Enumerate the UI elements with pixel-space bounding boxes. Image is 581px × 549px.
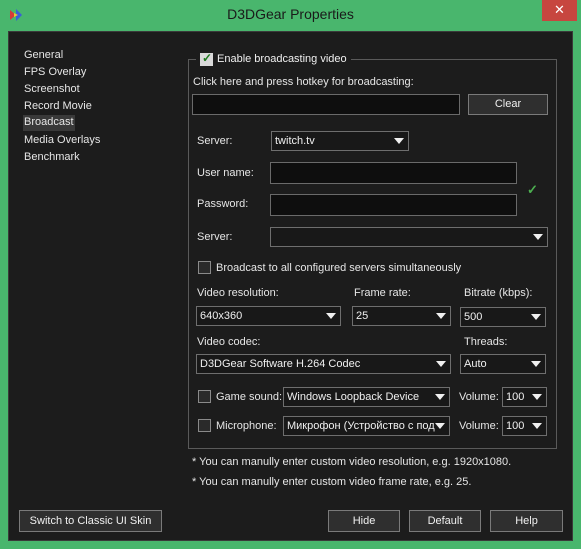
sidebar-item-media-overlays[interactable]: Media Overlays <box>23 133 101 149</box>
clear-button[interactable]: Clear <box>468 94 548 115</box>
framerate-note: * You can manully enter custom video fra… <box>192 476 472 488</box>
enable-broadcasting-label: Enable broadcasting video <box>217 53 347 65</box>
username-label: User name: <box>197 167 254 179</box>
sidebar-item-benchmark[interactable]: Benchmark <box>23 150 81 166</box>
enable-broadcasting-checkbox[interactable]: Enable broadcasting video <box>196 51 351 66</box>
sidebar-item-broadcast[interactable]: Broadcast <box>23 115 75 131</box>
resolution-label: Video resolution: <box>197 287 279 299</box>
server-label: Server: <box>197 135 233 147</box>
codec-select-value: D3DGear Software H.264 Codec <box>200 358 361 370</box>
chevron-down-icon <box>532 394 542 400</box>
hotkey-label: Click here and press hotkey for broadcas… <box>193 76 414 88</box>
bitrate-select[interactable]: 500 <box>460 307 546 327</box>
microphone-device-value: Микрофон (Устройство с под <box>287 420 435 432</box>
username-input[interactable] <box>270 162 517 184</box>
chevron-down-icon <box>394 138 404 144</box>
enable-broadcasting-check-icon[interactable] <box>200 51 213 66</box>
game-volume-select[interactable]: 100 <box>502 387 547 407</box>
resolution-select[interactable]: 640x360 <box>196 306 341 326</box>
server-select[interactable]: twitch.tv <box>271 131 409 151</box>
hotkey-input[interactable] <box>192 94 460 115</box>
framerate-label: Frame rate: <box>354 287 411 299</box>
chevron-down-icon <box>531 314 541 320</box>
server-select-value: twitch.tv <box>275 135 315 147</box>
help-button[interactable]: Help <box>490 510 563 532</box>
game-sound-device-value: Windows Loopback Device <box>287 391 420 403</box>
microphone-label: Microphone: <box>216 419 277 432</box>
chevron-down-icon <box>531 361 541 367</box>
all-servers-label: Broadcast to all configured servers simu… <box>216 261 462 274</box>
mic-volume-label: Volume: <box>459 420 499 432</box>
resolution-select-value: 640x360 <box>200 310 243 322</box>
game-sound-label: Game sound: <box>216 390 283 403</box>
window-title: D3DGear Properties <box>227 6 354 22</box>
password-input[interactable] <box>270 194 517 216</box>
game-volume-label: Volume: <box>459 391 499 403</box>
sidebar-item-screenshot[interactable]: Screenshot <box>23 82 81 98</box>
server2-label: Server: <box>197 231 233 243</box>
properties-panel: General FPS Overlay Screenshot Record Mo… <box>8 31 573 541</box>
chevron-down-icon <box>435 394 445 400</box>
resolution-note: * You can manully enter custom video res… <box>192 456 512 468</box>
default-button[interactable]: Default <box>409 510 481 532</box>
sidebar-item-record-movie[interactable]: Record Movie <box>23 99 93 115</box>
chevron-down-icon <box>326 313 336 319</box>
game-sound-device-select[interactable]: Windows Loopback Device <box>283 387 450 407</box>
microphone-check-icon[interactable] <box>198 419 211 432</box>
bitrate-label: Bitrate (kbps): <box>464 287 533 299</box>
password-label: Password: <box>197 198 249 210</box>
framerate-select[interactable]: 25 <box>352 306 451 326</box>
chevron-down-icon <box>435 423 445 429</box>
microphone-device-select[interactable]: Микрофон (Устройство с под <box>283 416 450 436</box>
credentials-valid-check-icon: ✓ <box>527 182 538 197</box>
chevron-down-icon <box>533 234 543 240</box>
all-servers-checkbox[interactable]: Broadcast to all configured servers simu… <box>198 261 461 274</box>
chevron-down-icon <box>532 423 542 429</box>
sidebar-item-fps-overlay[interactable]: FPS Overlay <box>23 65 87 81</box>
game-sound-checkbox[interactable]: Game sound: <box>198 390 282 403</box>
chevron-down-icon <box>436 361 446 367</box>
sidebar-item-general[interactable]: General <box>23 48 64 64</box>
chevron-down-icon <box>436 313 446 319</box>
game-sound-check-icon[interactable] <box>198 390 211 403</box>
codec-label: Video codec: <box>197 336 261 348</box>
codec-select[interactable]: D3DGear Software H.264 Codec <box>196 354 451 374</box>
mic-volume-select[interactable]: 100 <box>502 416 547 436</box>
close-button[interactable]: ✕ <box>542 0 577 21</box>
ingest-server-select[interactable] <box>270 227 548 247</box>
threads-select[interactable]: Auto <box>460 354 546 374</box>
title-bar[interactable]: D3DGear Properties ✕ <box>0 0 581 30</box>
microphone-checkbox[interactable]: Microphone: <box>198 419 277 432</box>
hide-button[interactable]: Hide <box>328 510 400 532</box>
all-servers-check-icon[interactable] <box>198 261 211 274</box>
classic-skin-button[interactable]: Switch to Classic UI Skin <box>19 510 162 532</box>
threads-label: Threads: <box>464 336 508 348</box>
